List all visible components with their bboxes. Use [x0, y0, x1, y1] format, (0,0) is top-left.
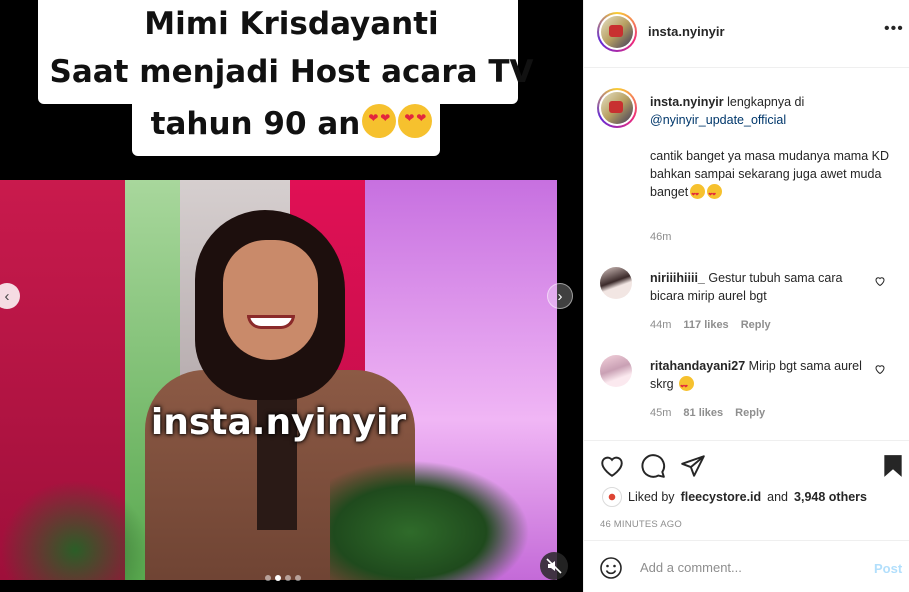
- liked-by-and: and: [767, 490, 789, 504]
- video-caption-line-1: Mimi Krisdayanti: [144, 6, 439, 42]
- caption-intro: lengkapnya di: [727, 95, 805, 109]
- speaker-muted-icon: [546, 558, 562, 574]
- reply-button[interactable]: Reply: [741, 319, 771, 331]
- heart-eyes-emoji-icon: [398, 104, 433, 138]
- comment-time[interactable]: 44m: [650, 319, 671, 331]
- heart-eyes-emoji-icon: [679, 376, 695, 396]
- share-paper-plane-icon[interactable]: [680, 453, 706, 479]
- heart-eyes-emoji-icon: [690, 184, 706, 204]
- heart-icon[interactable]: [874, 363, 886, 375]
- comment-time[interactable]: 45m: [650, 407, 671, 419]
- commenter-avatar[interactable]: [600, 267, 632, 299]
- post-timestamp[interactable]: 46 MINUTES AGO: [600, 519, 682, 530]
- carousel-dot: [265, 575, 271, 581]
- comment-meta: 45m 81 likes Reply: [650, 407, 765, 419]
- video-caption-line-3: tahun 90 an: [0, 104, 583, 142]
- comment-likes[interactable]: 117 likes: [683, 319, 728, 331]
- post-caption: insta.nyinyir lengkapnya di @nyinyir_upd…: [650, 93, 890, 204]
- carousel-dot: [295, 575, 301, 581]
- mute-button[interactable]: [540, 552, 568, 580]
- caption-body: cantik banget ya masa mudanya mama KD ba…: [650, 147, 890, 204]
- caption-username[interactable]: insta.nyinyir: [650, 95, 724, 109]
- comment-username[interactable]: niriiihiiii_: [650, 271, 705, 285]
- heart-icon[interactable]: [874, 275, 886, 287]
- carousel-dot: [285, 575, 291, 581]
- comment-likes[interactable]: 81 likes: [683, 407, 723, 419]
- heart-eyes-emoji-icon: [707, 184, 723, 204]
- video-frame[interactable]: [0, 180, 557, 580]
- more-options-button[interactable]: •••: [884, 20, 904, 38]
- emoji-picker-icon[interactable]: [599, 556, 623, 580]
- liked-by-user-link[interactable]: fleecystore.id: [681, 490, 762, 504]
- author-username[interactable]: insta.nyinyir: [648, 24, 725, 39]
- video-watermark: insta.nyinyir: [150, 402, 407, 443]
- liked-by-prefix: Liked by: [628, 490, 675, 504]
- plant-decoration: [330, 460, 530, 580]
- post-media[interactable]: Mimi Krisdayanti Saat menjadi Host acara…: [0, 0, 583, 592]
- post-header: insta.nyinyir •••: [584, 0, 909, 68]
- commenter-avatar[interactable]: [600, 355, 632, 387]
- liked-by-summary: Liked by fleecystore.id and 3,948 others: [602, 487, 867, 507]
- post-actions: Liked by fleecystore.id and 3,948 others…: [584, 440, 909, 540]
- post-comment-button[interactable]: Post: [874, 561, 902, 576]
- heart-eyes-emoji-icon: [362, 104, 397, 138]
- comment-input[interactable]: [640, 553, 862, 581]
- comment-bubble-icon[interactable]: [640, 453, 666, 479]
- comment-username[interactable]: ritahandayani27: [650, 359, 745, 373]
- carousel-indicator: [265, 575, 301, 581]
- comments-section[interactable]: insta.nyinyir lengkapnya di @nyinyir_upd…: [584, 68, 909, 440]
- author-avatar[interactable]: [597, 12, 637, 52]
- like-heart-icon[interactable]: [599, 453, 625, 479]
- comment-meta: 44m 117 likes Reply: [650, 319, 771, 331]
- caption-mention-link[interactable]: @nyinyir_update_official: [650, 113, 786, 127]
- post-sidebar: insta.nyinyir ••• insta.nyinyir lengkapn…: [583, 0, 909, 592]
- reply-button[interactable]: Reply: [735, 407, 765, 419]
- video-caption-line-2: Saat menjadi Host acara TV: [49, 54, 534, 90]
- bookmark-saved-icon[interactable]: [880, 453, 906, 479]
- add-comment-bar: Post: [584, 540, 909, 592]
- caption-author-avatar[interactable]: [597, 88, 637, 128]
- instagram-post-view: Mimi Krisdayanti Saat menjadi Host acara…: [0, 0, 909, 592]
- caption-timestamp[interactable]: 46m: [650, 231, 671, 243]
- carousel-dot-active: [275, 575, 281, 581]
- likes-count-link[interactable]: 3,948 others: [794, 490, 867, 504]
- liker-avatar[interactable]: [602, 487, 622, 507]
- carousel-next-button[interactable]: ›: [547, 283, 573, 309]
